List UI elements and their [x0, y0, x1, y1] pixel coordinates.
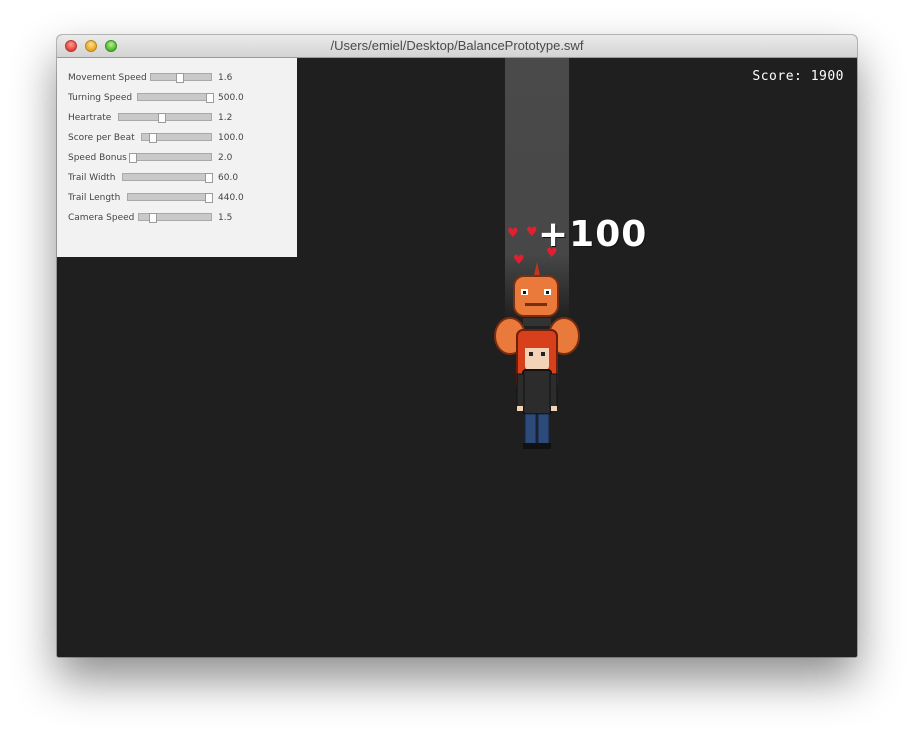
- title-bar[interactable]: /Users/emiel/Desktop/BalancePrototype.sw…: [57, 35, 857, 58]
- score-display: Score: 1900: [752, 69, 844, 84]
- setting-label: Trail Length: [68, 193, 121, 203]
- setting-value: 1.5: [218, 213, 233, 223]
- monster-mouth: [525, 303, 547, 306]
- girl-shoe-right: [537, 443, 551, 449]
- setting-label: Movement Speed: [68, 73, 147, 83]
- speed-bonus-slider[interactable]: [128, 153, 212, 163]
- slider-thumb[interactable]: [128, 153, 137, 163]
- setting-label: Score per Beat: [68, 133, 135, 143]
- girl-leg-left: [524, 413, 537, 445]
- player-character-sprite: [494, 262, 580, 449]
- heart-icon: ♥: [526, 225, 538, 240]
- slider-thumb[interactable]: [175, 73, 184, 83]
- setting-label: Heartrate: [68, 113, 112, 123]
- setting-value: 1.2: [218, 113, 233, 123]
- monster-pupil-left: [523, 291, 526, 294]
- monster-collar: [523, 318, 551, 326]
- setting-label: Trail Width: [68, 173, 116, 183]
- window-title: /Users/emiel/Desktop/BalancePrototype.sw…: [330, 38, 584, 53]
- girl-hand-left: [517, 406, 523, 411]
- girl-jacket: [522, 369, 552, 415]
- girl-bangs: [525, 338, 549, 348]
- app-window: /Users/emiel/Desktop/BalancePrototype.sw…: [57, 35, 857, 657]
- girl-leg-right: [537, 413, 550, 445]
- setting-value: 500.0: [218, 93, 244, 103]
- score-per-beat-slider[interactable]: [141, 133, 212, 143]
- slider-thumb[interactable]: [149, 213, 158, 223]
- setting-value: 1.6: [218, 73, 233, 83]
- slider-thumb[interactable]: [205, 193, 214, 203]
- setting-value: 100.0: [218, 133, 244, 143]
- monster-head: [513, 275, 559, 317]
- setting-label: Turning Speed: [68, 93, 133, 103]
- score-popup: +100: [538, 214, 648, 255]
- heart-icon: ♥: [507, 226, 519, 241]
- setting-value: 2.0: [218, 153, 233, 163]
- girl-eye-left: [529, 352, 533, 356]
- girl-hand-right: [551, 406, 557, 411]
- setting-label: Speed Bonus: [68, 153, 127, 163]
- slider-thumb[interactable]: [205, 173, 214, 183]
- setting-value: 60.0: [218, 173, 239, 183]
- girl-shoe-left: [523, 443, 537, 449]
- slider-thumb[interactable]: [205, 93, 214, 103]
- slider-thumb[interactable]: [149, 133, 158, 143]
- girl-arm-right: [549, 373, 558, 409]
- slider-thumb[interactable]: [158, 113, 167, 123]
- girl-eye-right: [541, 352, 545, 356]
- settings-panel: Movement Speed 1.6 Turning Speed 500.0 H…: [57, 58, 297, 257]
- movement-speed-slider[interactable]: [150, 73, 212, 83]
- trail-length-slider[interactable]: [127, 193, 214, 203]
- setting-label: Camera Speed: [68, 213, 135, 223]
- camera-speed-slider[interactable]: [138, 213, 212, 223]
- game-stage[interactable]: Movement Speed 1.6 Turning Speed 500.0 H…: [57, 58, 857, 657]
- girl-arm-left: [516, 373, 525, 409]
- monster-pupil-right: [546, 291, 549, 294]
- setting-value: 440.0: [218, 193, 244, 203]
- turning-speed-slider[interactable]: [137, 93, 214, 103]
- trail-width-slider[interactable]: [122, 173, 214, 183]
- heartrate-slider[interactable]: [118, 113, 212, 123]
